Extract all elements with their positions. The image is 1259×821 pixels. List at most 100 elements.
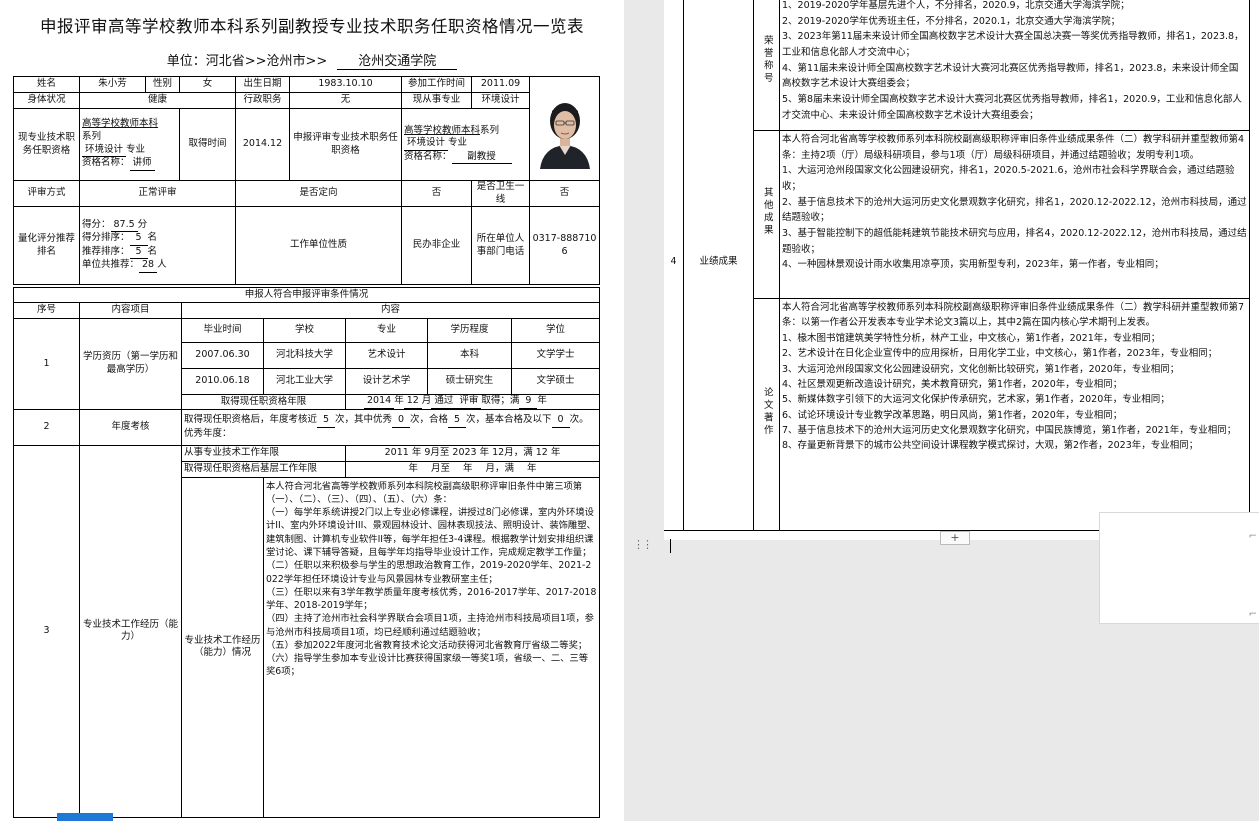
apply-qual-name: 副教授 [451,151,512,165]
unit-nature-label: 工作单位性质 [234,206,403,286]
qual-years-text: 年 [394,395,404,406]
experience-detail: 本人符合河北省高等学校教师系列本科院校副高级职称评审旧条件中第三项第（一）、（二… [263,476,600,818]
experience-para: （四）主持了沧州市社会科学界联合会项目1项，主持沧州市科技局项目1项，参与沧州市… [266,613,594,638]
honor-detail: 1、2019-2020学年基层先进个人，不分排名，2020.9，北京交通大学海滨… [779,0,1250,131]
edu-cell: 硕士研究生 [427,368,512,395]
annual-below: 0 [551,414,570,428]
grassroots-label: 取得现任职资格后基层工作年限 [181,460,346,478]
col-content-header: 内容 [181,302,600,319]
row2-item: 年度考核 [79,408,182,446]
paper-line: 2、艺术设计在日化企业宣传中的应用探析，日用化学工业，中文核心，第1作者，202… [782,348,1218,360]
honor-line: 4、第11届未来设计师全国高校数字艺术设计大赛河北赛区优秀指导教师，排名1，20… [782,62,1239,90]
health-label: 身体状况 [13,92,80,109]
annual-pass: 5 [448,414,467,428]
work-start-value: 2011.09 [471,76,531,93]
side-panel: ⌐ ⌐ [1099,512,1259,624]
current-major: 环境设计 [82,144,127,158]
admin-value: 无 [289,92,403,109]
row3-no: 3 [13,444,80,818]
score-prefix: 得分： [82,218,111,230]
review-method-value: 正常评审 [79,179,236,208]
paper-line: 1、椽木图书馆建筑美学特性分析，林产工业，中文核心，第1作者，2021年，专业相… [782,332,1161,344]
apply-qual-label: 申报评审专业技术职务任职资格 [289,108,403,181]
other-line: 4、一种园林景观设计雨水收集用凉亭顶，实用新型专利，2023年，第一作者，专业相… [782,259,1164,271]
qual-years-text: 年 [537,395,547,406]
edu-header-time: 毕业时间 [181,318,264,343]
work-start-label: 参加工作时间 [401,76,473,93]
hr-phone-label: 所在单位人事部门电话 [471,206,531,286]
other-detail: 本人符合河北省高等学校教师系列本科院校副高级职称评审旧条件业绩成果条件（二）教学… [779,130,1250,299]
honor-line: 2、2019-2020学年优秀班主任，不分排名，2020.1，北京交通大学海滨学… [782,15,1121,27]
document-page-left: 申报评审高等学校教师本科系列副教授专业技术职务任职资格情况一览表 单位：河北省>… [0,0,624,821]
resize-corner-icon[interactable]: ⌐ [1249,609,1257,620]
admin-label: 行政职务 [234,92,291,109]
directed-label: 是否定向 [234,179,403,208]
qual-years-method: 评审 [456,395,482,409]
add-row-button[interactable]: + [940,531,970,545]
honor-line: 5、第8届未来设计师全国高校数字艺术设计大赛河北赛区优秀指导教师，排名1，202… [782,94,1242,121]
recommend-prefix: 推荐排序： [82,245,130,257]
other-line: 本人符合河北省高等学校教师系列本科院校副高级职称评审旧条件业绩成果条件（二）教学… [782,134,1245,161]
qual-years-via: 通过 [431,395,457,409]
col-item-header: 内容项目 [79,302,182,319]
photo-cell [529,76,601,181]
major-label: 现从事专业 [401,92,473,109]
honor-line: 1、2019-2020学年基层先进个人，不分排名，2020.9，北京交通大学海滨… [782,0,1130,11]
text-caret [670,539,671,553]
work-years-label: 从事专业技术工作年限 [181,444,346,462]
frontline-label: 是否卫生一线 [471,179,531,208]
qual-years-count: 9 [519,395,538,409]
rank-unit: 名 [147,232,158,244]
qual-years-detail: 2014 年 12 月通过 评审 取得；满 9 年 [345,394,600,410]
current-qual-prefix: 资格名称： [82,157,130,169]
experience-sub-label: 专业技术工作经历（能力）情况 [181,476,264,818]
total-unit: 人 [157,259,167,271]
other-line: 3、基于智能控制下的超低能耗建筑节能技术研究与应用，排名4，2020.12-20… [782,228,1247,255]
rank-value: 5 [129,232,148,246]
current-qual-detail: 高等学校教师本科 系列 环境设计 专业 资格名称： 讲师 [79,108,180,181]
total-prefix: 单位共推荐： [82,259,140,271]
apply-qual-prefix: 资格名称： [404,150,452,162]
birth-label: 出生日期 [234,76,291,93]
document-title: 申报评审高等学校教师本科系列副教授专业技术职务任职资格情况一览表 [40,17,584,36]
review-method-label: 评审方式 [13,179,80,208]
health-value: 健康 [79,92,236,109]
document-page-right: 4 业绩成果 荣誉称号 1、2019-2020学年基层先进个人，不分排名，202… [664,0,1259,540]
row4-no: 4 [664,0,684,531]
annual-text: 次，合格 [410,414,449,425]
obtain-time-label: 取得时间 [179,108,236,181]
edu-cell: 艺术设计 [345,342,428,369]
portrait-image [534,88,595,169]
rank-prefix: 得分排序： [82,232,130,244]
resize-corner-icon[interactable]: ⌐ [1249,531,1257,542]
row3-item: 专业技术工作经历（能力） [79,444,182,818]
edu-cell: 河北科技大学 [263,342,346,369]
col-no-header: 序号 [13,302,80,319]
table-move-handle[interactable]: ⋮⋮ [633,538,653,551]
row1-item: 学历资历（第一学历和最高学历） [79,318,182,410]
annual-text: 次，基本合格及以下 [466,414,552,425]
current-qual-name: 讲师 [129,157,155,171]
obtain-time-value: 2014.12 [234,108,291,181]
edu-header-major: 专业 [345,318,428,343]
row2-no: 2 [13,408,80,446]
honor-label: 荣誉称号 [761,35,773,86]
major-value: 环境设计 [471,92,531,109]
score-value: 87.5 [110,219,138,233]
annual-text: 次，其中优秀 [335,414,393,425]
unit-line: 单位：河北省>>沧州市>> 沧州交通学院 [0,50,624,70]
apply-series-suffix: 系列 [480,124,500,136]
paper-line: 3、大运河沧州段国家文化公园建设研究，文化创新比较研究，第1作者，2020年，专… [782,363,1180,375]
paper-line: 6、试论环境设计专业教学改革思路，明日风尚，第1作者，2020年，专业相同； [782,409,1123,421]
experience-para: （六）指导学生参加本专业设计比赛获得国家级一等奖1项，省级一、二、三等奖6项； [266,653,589,678]
score-detail: 得分： 87.5 分 得分排序： 5 名 推荐排序： 5 名 单位共推荐： 28 人 [79,206,236,286]
experience-para: 本人符合河北省高等学校教师系列本科院校副高级职称评审旧条件中第三项第（一）、（二… [266,480,583,505]
other-line: 2、基于信息技术下的沧州大运河历史文化景观数字化研究，排名1，2020.12-2… [782,196,1247,224]
paper-line: 7、基于信息技术下的沧州大运河历史文化景观数字化研究，中国民族博览，第1作者，2… [782,425,1237,436]
row4-item: 业绩成果 [683,0,754,531]
paper-label-cell: 论文著作 [753,298,780,531]
conditions-table: 申报人符合申报评审条件情况 序号 内容项目 内容 1 学历资历（第一学历和最高学… [13,287,600,818]
conditions-header: 申报人符合申报评审条件情况 [13,287,600,303]
qual-years-month: 12 [403,395,422,409]
work-years-value: 2011 年 9月至 2023 年 12月，满 12 年 [345,444,600,462]
